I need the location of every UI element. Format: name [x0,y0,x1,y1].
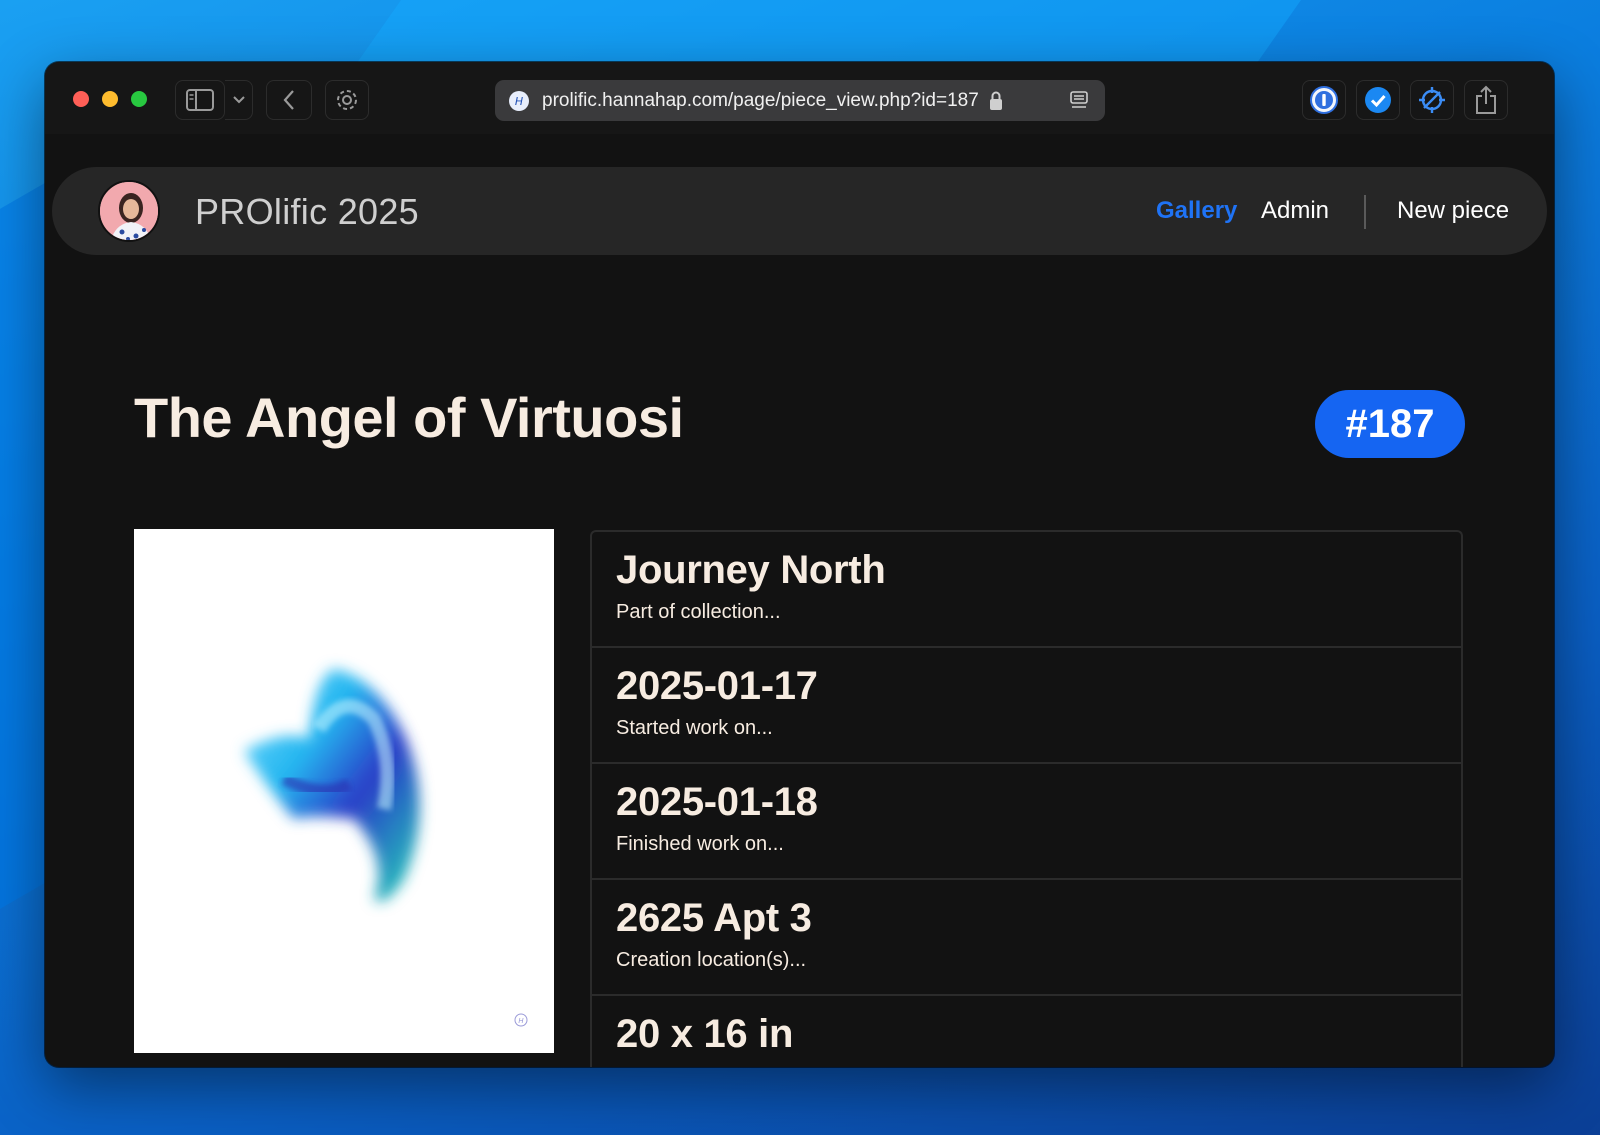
detail-value: 20 x 16 in [616,1012,794,1056]
piece-title: The Angel of Virtuosi [134,386,684,449]
site-brand[interactable]: PROlific 2025 [195,191,419,233]
share-icon [1476,85,1496,114]
sidebar-icon [186,89,214,111]
detail-label: Creation location(s)... [616,949,807,971]
detail-value: 2625 Apt 3 [616,896,812,940]
nav-admin-link[interactable]: Admin [1261,197,1329,225]
browser-window: H prolific.hannahap.com/page/piece_view.… [45,62,1554,1067]
piece-number-badge: #187 [1315,390,1465,458]
detail-label: Finished work on... [616,833,784,855]
chevron-down-icon [232,96,245,104]
nav-new-piece-link[interactable]: New piece [1397,197,1509,225]
detail-value: 2025-01-18 [616,780,818,824]
back-button[interactable] [266,80,312,120]
tasks-extension-button[interactable] [1356,80,1400,120]
settings-button[interactable] [325,80,369,120]
svg-text:H: H [518,1017,524,1025]
detail-dimensions: 20 x 16 in [590,994,1463,1067]
site-navbar: PROlific 2025 Gallery Admin New piece [52,167,1547,255]
password-manager-icon [1310,86,1338,114]
chevron-left-icon [283,90,294,110]
detail-finish-date: 2025-01-18 Finished work on... [590,762,1463,878]
nav-gallery-link[interactable]: Gallery [1156,197,1237,225]
detail-value: Journey North [616,548,886,592]
detail-location: 2625 Apt 3 Creation location(s)... [590,878,1463,994]
gear-icon [337,90,357,110]
checkmark-icon [1365,87,1391,113]
artwork-image[interactable]: H [134,529,554,1053]
detail-value: 2025-01-17 [616,664,818,708]
detail-start-date: 2025-01-17 Started work on... [590,646,1463,762]
avatar-image [100,182,158,240]
zoom-window-button[interactable] [131,91,147,107]
minimize-window-button[interactable] [102,91,118,107]
svg-text:H: H [515,95,523,108]
artist-mark-icon: H [514,1013,528,1027]
nav-divider [1364,195,1366,229]
tab-group-menu-button[interactable] [225,80,253,120]
lock-icon [989,91,1002,110]
password-manager-button[interactable] [1302,80,1346,120]
close-window-button[interactable] [73,91,89,107]
artwork-graphic [244,669,420,902]
browser-toolbar: H prolific.hannahap.com/page/piece_view.… [45,62,1554,134]
url-text: prolific.hannahap.com/page/piece_view.ph… [542,89,979,111]
address-bar[interactable]: H prolific.hannahap.com/page/piece_view.… [495,80,1105,121]
blocker-extension-button[interactable] [1410,80,1454,120]
sidebar-toggle-button[interactable] [175,80,225,120]
detail-label: Part of collection... [616,601,781,623]
reader-icon[interactable] [1069,90,1089,110]
avatar[interactable] [98,180,160,242]
detail-label: Started work on... [616,717,773,739]
detail-collection: Journey North Part of collection... [590,530,1463,646]
piece-details-list: Journey North Part of collection... 2025… [590,530,1463,1067]
blocker-icon [1419,87,1445,113]
site-favicon-icon: H [509,90,529,111]
share-button[interactable] [1464,80,1508,120]
